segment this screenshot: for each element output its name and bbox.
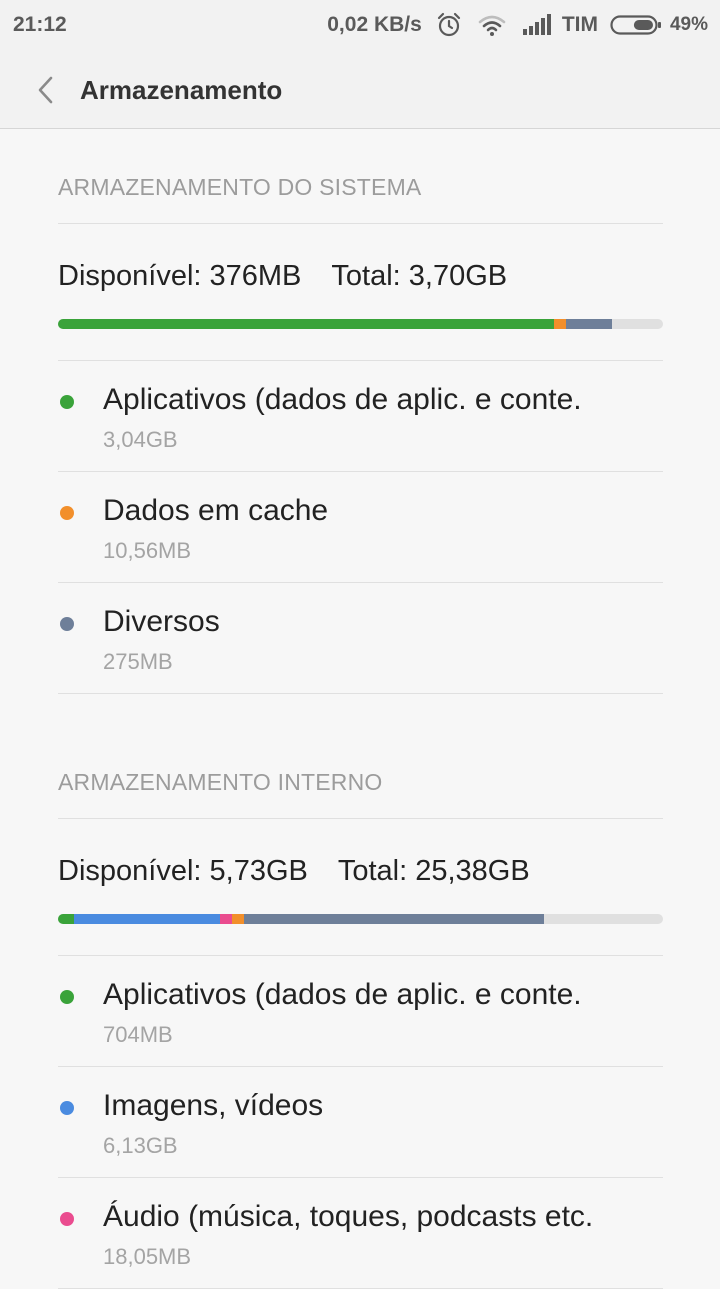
system-usage-bar bbox=[58, 319, 663, 329]
internal-bar-audio bbox=[220, 914, 233, 924]
audio-color-dot bbox=[60, 1212, 74, 1226]
category-label: Diversos bbox=[103, 605, 220, 638]
page-title: Armazenamento bbox=[80, 75, 283, 105]
category-label: Imagens, vídeos bbox=[103, 1089, 324, 1122]
category-size: 704MB bbox=[103, 1022, 173, 1047]
system-bar-cache bbox=[554, 319, 567, 329]
status-bar: 21:12 0,02 KB/s TIM 49% bbox=[0, 0, 720, 50]
internal-available: Disponível: 5,73GB bbox=[58, 855, 308, 887]
storage-category-audio[interactable]: Áudio (música, toques, podcasts etc. 18,… bbox=[58, 1178, 663, 1289]
system-bar-misc bbox=[566, 319, 612, 329]
network-speed: 0,02 KB/s bbox=[327, 13, 422, 36]
category-label: Áudio (música, toques, podcasts etc. bbox=[103, 1200, 594, 1233]
cache-color-dot bbox=[60, 506, 74, 520]
internal-storage-totals: Disponível: 5,73GB Total: 25,38GB bbox=[58, 855, 530, 888]
storage-content: ARMAZENAMENTO DO SISTEMA Disponível: 376… bbox=[58, 129, 663, 1289]
images-color-dot bbox=[60, 1101, 74, 1115]
battery-icon bbox=[610, 14, 662, 36]
internal-storage-header: ARMAZENAMENTO INTERNO bbox=[58, 724, 663, 819]
internal-total: Total: 25,38GB bbox=[337, 855, 530, 887]
battery-percent: 49% bbox=[669, 14, 708, 35]
apps-color-dot bbox=[60, 395, 74, 409]
category-size: 275MB bbox=[103, 649, 173, 674]
internal-bar-misc bbox=[244, 914, 544, 924]
internal-usage-bar bbox=[58, 914, 663, 924]
alarm-icon bbox=[436, 12, 462, 38]
status-right: 0,02 KB/s TIM 49% bbox=[327, 0, 708, 50]
system-storage-totals: Disponível: 376MB Total: 3,70GB bbox=[58, 260, 507, 293]
internal-bar-images bbox=[74, 914, 221, 924]
system-total: Total: 3,70GB bbox=[331, 260, 508, 292]
apps-color-dot bbox=[60, 990, 74, 1004]
system-storage-header: ARMAZENAMENTO DO SISTEMA bbox=[58, 129, 663, 224]
system-bar-apps bbox=[58, 319, 555, 329]
category-size: 18,05MB bbox=[103, 1244, 192, 1269]
chevron-left-icon bbox=[38, 76, 53, 104]
category-label: Dados em cache bbox=[103, 494, 329, 527]
app-bar: Armazenamento bbox=[0, 50, 720, 129]
misc-color-dot bbox=[60, 617, 74, 631]
internal-storage-summary: Disponível: 5,73GB Total: 25,38GB bbox=[58, 819, 663, 956]
system-storage-summary: Disponível: 376MB Total: 3,70GB bbox=[58, 224, 663, 361]
internal-bar-cache bbox=[232, 914, 245, 924]
storage-category-misc[interactable]: Diversos 275MB bbox=[58, 583, 663, 694]
signal-icon bbox=[522, 14, 552, 36]
internal-bar-apps bbox=[58, 914, 75, 924]
category-label: Aplicativos (dados de aplic. e conte. bbox=[103, 978, 582, 1011]
storage-category-apps[interactable]: Aplicativos (dados de aplic. e conte. 70… bbox=[58, 956, 663, 1067]
storage-category-apps[interactable]: Aplicativos (dados de aplic. e conte. 3,… bbox=[58, 361, 663, 472]
category-label: Aplicativos (dados de aplic. e conte. bbox=[103, 383, 582, 416]
storage-category-cache[interactable]: Dados em cache 10,56MB bbox=[58, 472, 663, 583]
system-available: Disponível: 376MB bbox=[58, 260, 302, 292]
status-time: 21:12 bbox=[13, 13, 67, 36]
category-size: 6,13GB bbox=[103, 1133, 178, 1158]
storage-category-images[interactable]: Imagens, vídeos 6,13GB bbox=[58, 1067, 663, 1178]
category-size: 3,04GB bbox=[103, 427, 178, 452]
category-size: 10,56MB bbox=[103, 538, 192, 563]
back-button[interactable] bbox=[30, 72, 60, 108]
carrier-name: TIM bbox=[561, 13, 598, 36]
wifi-icon bbox=[478, 13, 506, 37]
